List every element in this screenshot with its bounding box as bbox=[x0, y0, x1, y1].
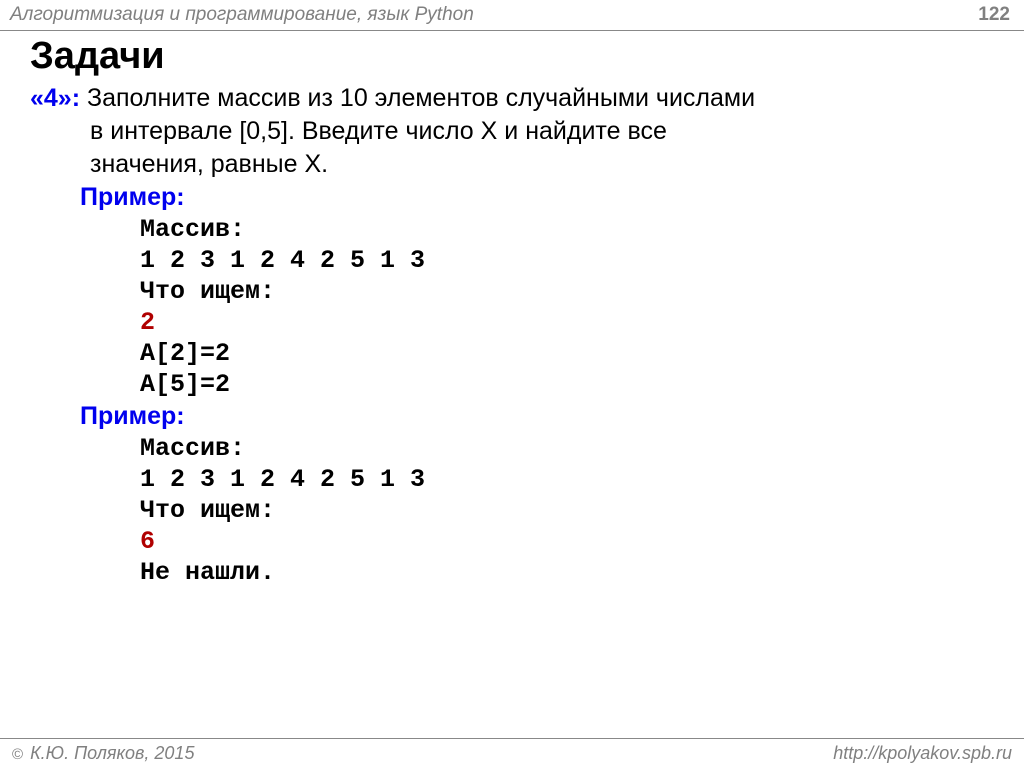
content-area: Задачи «4»: Заполните массив из 10 элеме… bbox=[0, 31, 1024, 588]
example-1-line-4: 2 bbox=[30, 307, 994, 338]
footer-copyright: © К.Ю. Поляков, 2015 bbox=[12, 743, 194, 764]
page-title: Задачи bbox=[30, 35, 994, 78]
footer-bar: © К.Ю. Поляков, 2015 http://kpolyakov.sp… bbox=[0, 738, 1024, 767]
header-bar: Алгоритмизация и программирование, язык … bbox=[0, 0, 1024, 31]
example-1-line-5: A[2]=2 bbox=[30, 338, 994, 369]
example-1-line-3: Что ищем: bbox=[30, 276, 994, 307]
example-1-heading: Пример: bbox=[30, 181, 994, 214]
grade-label: «4»: bbox=[30, 84, 80, 112]
example-2-line-4: 6 bbox=[30, 526, 994, 557]
task-text-2: в интервале [0,5]. Введите число X и най… bbox=[90, 117, 667, 145]
example-2-line-3: Что ищем: bbox=[30, 495, 994, 526]
task-line-2: в интервале [0,5]. Введите число X и най… bbox=[30, 115, 994, 148]
task-text-3: значения, равные X. bbox=[90, 150, 328, 178]
task-line-1: «4»: Заполните массив из 10 элементов сл… bbox=[30, 82, 994, 115]
footer-copyright-text: К.Ю. Поляков, 2015 bbox=[25, 743, 194, 763]
example-2-line-1: Массив: bbox=[30, 433, 994, 464]
example-2-input: 6 bbox=[140, 527, 155, 556]
example-1-input: 2 bbox=[140, 308, 155, 337]
example-1-line-6: A[5]=2 bbox=[30, 369, 994, 400]
page-number: 122 bbox=[978, 4, 1010, 26]
task-line-3: значения, равные X. bbox=[30, 148, 994, 181]
example-1-line-2: 1 2 3 1 2 4 2 5 1 3 bbox=[30, 245, 994, 276]
example-1-label: Пример: bbox=[80, 183, 185, 211]
example-2-line-5: Не нашли. bbox=[30, 557, 994, 588]
example-2-label: Пример: bbox=[80, 402, 185, 430]
footer-url: http://kpolyakov.spb.ru bbox=[833, 743, 1012, 764]
copyright-icon: © bbox=[12, 746, 23, 763]
example-2-heading: Пример: bbox=[30, 400, 994, 433]
task-text-1: Заполните массив из 10 элементов случайн… bbox=[80, 84, 755, 112]
example-1-line-1: Массив: bbox=[30, 214, 994, 245]
example-2-line-2: 1 2 3 1 2 4 2 5 1 3 bbox=[30, 464, 994, 495]
header-title: Алгоритмизация и программирование, язык … bbox=[10, 4, 474, 26]
